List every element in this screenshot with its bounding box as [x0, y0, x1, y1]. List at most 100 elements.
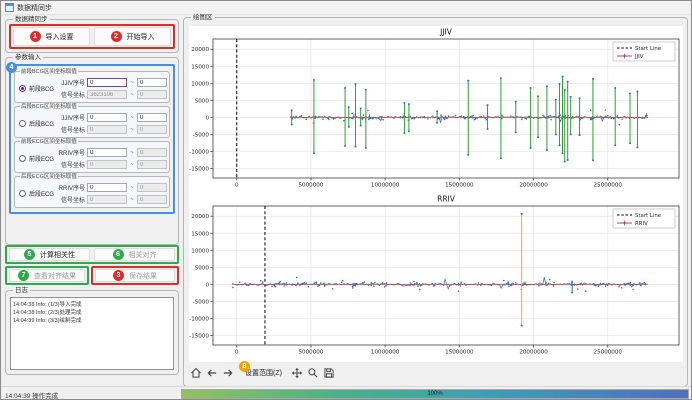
svg-text:5000000: 5000000: [298, 350, 323, 356]
svg-text:5000: 5000: [195, 98, 210, 104]
rear-bcg-radio-circle[interactable]: [19, 120, 26, 127]
calc-correlation-button[interactable]: 5 计算相关性: [9, 248, 90, 261]
sync-groupbox: 数据精同步 1 导入设置 2 开始导入: [5, 19, 179, 53]
svg-text:15000: 15000: [191, 64, 209, 70]
annotation-rect-import: 1 导入设置 2 开始导入: [9, 24, 175, 49]
rriv-chart[interactable]: 0 5000000 10000000 15000000 20000000 25000000…: [189, 193, 683, 360]
front-bcg-radio[interactable]: 前段BCG: [17, 84, 55, 93]
annotation-rect-correlation: 5 计算相关性 6 相关对齐: [5, 245, 179, 264]
svg-text:25000000: 25000000: [594, 350, 623, 356]
titlebar: 数据精同步: [1, 1, 691, 15]
annotation-rect-save: 3 保存结果: [91, 266, 179, 285]
svg-text:15000000: 15000000: [445, 350, 474, 356]
save-result-button[interactable]: 3 保存结果: [95, 269, 175, 282]
signal-coord-label: 信号坐标: [55, 195, 85, 204]
view-align-result-label: 查看对齐结果: [34, 271, 76, 281]
plot-toolbar: 8 设置范围(Z): [189, 364, 683, 382]
front-ecg-group: 前段ECG区间坐标取值 前段ECG RRIV序号 ~: [14, 141, 170, 173]
badge-1: 1: [30, 31, 41, 42]
svg-text:-10000: -10000: [189, 149, 209, 155]
badge-6: 6: [113, 249, 124, 260]
svg-text:RRIV: RRIV: [437, 195, 456, 204]
tilde: ~: [129, 115, 135, 121]
svg-text:5000: 5000: [195, 265, 210, 271]
figure-canvas[interactable]: 0 5000000 10000000 15000000 20000000 25000000…: [189, 26, 683, 362]
rear-bcg-jjiv-from-input[interactable]: [87, 113, 127, 122]
pan-icon[interactable]: [290, 366, 304, 380]
plot-groupbox-title: 绘图区: [191, 13, 215, 22]
params-groupbox-title: 参数输入: [13, 53, 43, 62]
rear-ecg-group-title: 后段ECG区间坐标取值: [20, 173, 78, 181]
rear-bcg-group: 后段BCG区间坐标取值 后段BCG JJIV序号 ~: [14, 106, 170, 138]
badge-5: 5: [24, 249, 35, 260]
svg-text:RRIV: RRIV: [635, 221, 648, 227]
rear-bcg-coord-from-input: [87, 125, 127, 134]
front-bcg-jjiv-from-input[interactable]: [87, 78, 127, 87]
import-settings-button[interactable]: 1 导入设置: [13, 27, 90, 46]
signal-coord-label: 信号坐标: [55, 160, 85, 169]
svg-text:10000000: 10000000: [371, 183, 400, 189]
log-entry: 14:04:38 Info: (2/3)处理完成: [13, 309, 171, 317]
save-result-label: 保存结果: [129, 271, 157, 281]
front-bcg-jjiv-to-input[interactable]: [137, 78, 167, 87]
tilde: ~: [129, 162, 135, 168]
log-entry: 14:04:38 Info: (1/3)导入完成: [13, 301, 171, 309]
rear-ecg-rriv-to-input: [137, 183, 167, 192]
rear-ecg-coord-from-input: [87, 195, 127, 204]
svg-text:10000000: 10000000: [371, 350, 400, 356]
rear-ecg-group: 后段ECG区间坐标取值 后段ECG RRIV序号 ~: [14, 176, 170, 208]
rear-bcg-radio[interactable]: 后段BCG: [17, 119, 55, 128]
front-bcg-coord-to-input: [137, 90, 167, 99]
svg-text:25000000: 25000000: [594, 183, 623, 189]
rear-bcg-jjiv-to-input[interactable]: [137, 113, 167, 122]
progress-label: 100%: [427, 391, 442, 397]
rear-bcg-coord-to-input: [137, 125, 167, 134]
zoom-icon[interactable]: [306, 366, 320, 380]
badge-4: 4: [6, 62, 17, 73]
front-bcg-radio-circle[interactable]: [19, 85, 26, 92]
back-arrow-icon[interactable]: [205, 366, 219, 380]
rear-ecg-radio-circle[interactable]: [19, 190, 26, 197]
svg-text:5000000: 5000000: [298, 183, 323, 189]
home-icon[interactable]: [189, 366, 203, 380]
corr-align-button[interactable]: 6 相关对齐: [94, 248, 175, 261]
svg-text:0: 0: [235, 350, 239, 356]
forward-arrow-icon[interactable]: [221, 366, 235, 380]
view-align-result-button[interactable]: 7 查看对齐结果: [9, 269, 85, 282]
progress-bar: 100%: [181, 389, 689, 399]
tilde: ~: [129, 150, 135, 156]
rear-ecg-rriv-from-input[interactable]: [87, 183, 127, 192]
badge-8: 8: [239, 361, 250, 372]
badge-7: 7: [18, 270, 29, 281]
front-ecg-radio-label: 前段ECG: [29, 154, 54, 163]
start-import-button[interactable]: 2 开始导入: [94, 27, 171, 46]
save-icon[interactable]: [322, 366, 336, 380]
rear-ecg-radio[interactable]: 后段ECG: [17, 189, 55, 198]
left-panel: 数据精同步 1 导入设置 2 开始导入 参数输入 4 前段BCG区间坐标取值: [5, 17, 179, 385]
log-list[interactable]: 14:04:38 Info: (1/3)导入完成 14:04:38 Info: …: [10, 297, 174, 370]
front-ecg-coord-from-input: [87, 160, 127, 169]
front-ecg-group-title: 前段ECG区间坐标取值: [20, 138, 78, 146]
front-bcg-radio-label: 前段BCG: [29, 84, 54, 93]
jjiv-serial-label: JJIV序号: [55, 113, 85, 122]
set-range-button[interactable]: 8 设置范围(Z): [245, 368, 282, 378]
front-bcg-group: 前段BCG区间坐标取值 前段BCG JJIV序号 ~: [14, 71, 170, 103]
params-groupbox: 参数输入 4 前段BCG区间坐标取值 前段BCG JJIV序号: [5, 57, 179, 245]
svg-text:-15000: -15000: [189, 333, 209, 339]
jjiv-chart[interactable]: 0500000010000000150000002000000025000000…: [189, 26, 683, 193]
calc-correlation-label: 计算相关性: [40, 250, 75, 260]
rear-bcg-radio-label: 后段BCG: [29, 119, 54, 128]
front-ecg-radio[interactable]: 前段ECG: [17, 154, 55, 163]
signal-coord-label: 信号坐标: [55, 125, 85, 134]
front-ecg-radio-circle[interactable]: [19, 155, 26, 162]
annotation-rect-params: 4 前段BCG区间坐标取值 前段BCG JJIV序号 ~: [9, 64, 175, 214]
jjiv-serial-label: JJIV序号: [55, 78, 85, 87]
svg-text:-15000: -15000: [189, 166, 209, 172]
rriv-serial-label: RRIV序号: [55, 183, 85, 192]
sync-groupbox-title: 数据精同步: [13, 15, 50, 24]
svg-text:0: 0: [235, 183, 239, 189]
signal-coord-label: 信号坐标: [55, 90, 85, 99]
front-ecg-rriv-from-input[interactable]: [87, 148, 127, 157]
svg-text:0: 0: [205, 282, 209, 288]
svg-text:20000000: 20000000: [519, 350, 548, 356]
